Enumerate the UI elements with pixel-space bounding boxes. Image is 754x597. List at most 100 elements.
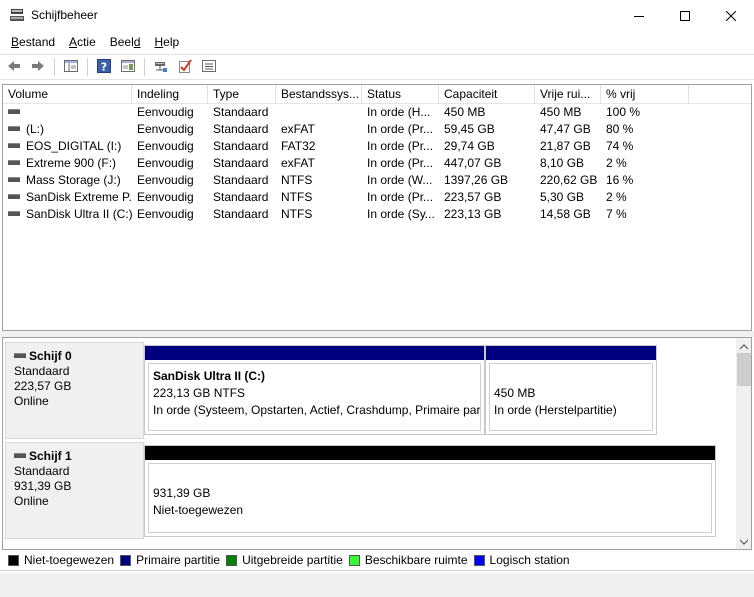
partition-details: 931,39 GB Niet-toegewezen: [148, 463, 712, 533]
back-arrow-icon: [6, 58, 22, 77]
table-row[interactable]: EOS_DIGITAL (I:) Eenvoudig Standaard FAT32 I…: [3, 138, 751, 155]
maximize-button[interactable]: [662, 0, 708, 31]
scroll-thumb[interactable]: [737, 353, 751, 386]
partition-legend: Niet-toegewezen Primaire partitie Uitgebre…: [0, 550, 754, 571]
disk-icon: [14, 353, 26, 359]
disk-view-scrollbar[interactable]: [736, 338, 751, 549]
legend-item: Beschikbare ruimte: [348, 553, 468, 567]
cell-text: SanDisk Ultra II (C:): [26, 207, 132, 221]
legend-item: Uitgebreide partitie: [226, 553, 343, 567]
cell-text: exFAT: [281, 122, 315, 136]
cell-text: 450 MB: [540, 105, 582, 119]
console-tree-button[interactable]: [60, 56, 82, 78]
cell-status: In orde (Pr...: [362, 189, 439, 206]
cell-text: 16 %: [606, 173, 634, 187]
column-header-type[interactable]: Type: [208, 85, 276, 104]
drive-icon: [8, 177, 20, 183]
cell-text: In orde (Pr...: [367, 156, 434, 170]
cell-procent-vrij: 2 %: [601, 155, 689, 172]
drive-icon: [8, 143, 20, 149]
table-row[interactable]: SanDisk Extreme P... Eenvoudig Standaard NT…: [3, 189, 751, 206]
cell-text: 59,45 GB: [444, 122, 495, 136]
menu-help[interactable]: Help: [147, 31, 186, 53]
cell-text: 450 MB: [444, 105, 486, 119]
cell-bestandssysteem: NTFS: [276, 172, 362, 189]
volume-list[interactable]: Volume Indeling Type Bestandssys... Stat…: [2, 84, 752, 331]
column-header-status[interactable]: Status: [362, 85, 439, 104]
drive-icon: [8, 109, 20, 115]
column-header-capaciteit[interactable]: Capaciteit: [439, 85, 535, 104]
forward-button[interactable]: [27, 56, 49, 78]
column-header-vrije-ruimte[interactable]: Vrije rui...: [535, 85, 601, 104]
cell-text: In orde (Sy...: [367, 207, 435, 221]
cell-text: 220,62 GB: [540, 173, 598, 187]
scroll-down-button[interactable]: [736, 533, 751, 549]
column-header-procent-vrij[interactable]: % vrij: [601, 85, 689, 104]
table-row[interactable]: Eenvoudig Standaard In orde (H... 450 MB 450…: [3, 104, 751, 121]
toolbar: ?: [0, 54, 754, 80]
disk-1-label[interactable]: Schijf 1 Standaard 931,39 GB Online: [5, 442, 144, 539]
partition-status: In orde (Herstelpartitie): [494, 403, 617, 417]
column-header-indeling[interactable]: Indeling: [132, 85, 208, 104]
disk-1-state: Online: [14, 494, 49, 508]
cell-text: Eenvoudig: [137, 105, 194, 119]
back-button[interactable]: [3, 56, 25, 78]
column-header-volume[interactable]: Volume: [3, 85, 132, 104]
cell-text: 80 %: [606, 122, 634, 136]
menu-bestand[interactable]: Bestand: [4, 31, 62, 53]
help-button[interactable]: ?: [93, 56, 115, 78]
list-view-button[interactable]: [198, 56, 220, 78]
column-header-bestandssysteem[interactable]: Bestandssys...: [276, 85, 362, 104]
cell-vrije-ruimte: 21,87 GB: [535, 138, 601, 155]
check-button[interactable]: [174, 56, 196, 78]
cell-type: Standaard: [208, 155, 276, 172]
cell-text: 7 %: [606, 207, 627, 221]
legend-item: Logisch station: [473, 553, 570, 567]
cell-type: Standaard: [208, 121, 276, 138]
cell-text: In orde (H...: [367, 105, 431, 119]
cell-volume: SanDisk Ultra II (C:): [3, 206, 132, 223]
cell-volume: Extreme 900 (F:): [3, 155, 132, 172]
menu-bar: Bestand Actie Beeld Help: [0, 31, 754, 53]
cell-text: In orde (Pr...: [367, 122, 434, 136]
minimize-button[interactable]: [616, 0, 662, 31]
cell-volume: SanDisk Extreme P...: [3, 189, 132, 206]
cell-text: 447,07 GB: [444, 156, 502, 170]
partition-color-bar: [145, 346, 484, 360]
cell-vrije-ruimte: 450 MB: [535, 104, 601, 121]
cell-text: 2 %: [606, 190, 627, 204]
menu-beeld-accel: d: [133, 35, 141, 49]
partition-name: SanDisk Ultra II (C:): [153, 369, 266, 383]
table-row[interactable]: (L:) Eenvoudig Standaard exFAT In orde (Pr..…: [3, 121, 751, 138]
cell-text: NTFS: [281, 190, 313, 204]
scroll-up-button[interactable]: [736, 338, 751, 354]
disk-0-label[interactable]: Schijf 0 Standaard 223,57 GB Online: [5, 342, 144, 439]
partition-disk1-unallocated[interactable]: 931,39 GB Niet-toegewezen: [144, 445, 716, 537]
table-row[interactable]: SanDisk Ultra II (C:) Eenvoudig Standaard N…: [3, 206, 751, 223]
cell-capaciteit: 59,45 GB: [439, 121, 535, 138]
close-button[interactable]: [708, 0, 754, 31]
menu-bestand-accel: B: [11, 35, 20, 49]
menu-actie-label: ctie: [77, 35, 96, 49]
partition-disk0-recovery[interactable]: 450 MB In orde (Herstelpartitie): [485, 345, 657, 435]
table-row[interactable]: Mass Storage (J:) Eenvoudig Standaard NTFS I…: [3, 172, 751, 189]
help-icon: ?: [96, 58, 112, 77]
cell-capaciteit: 450 MB: [439, 104, 535, 121]
connect-drive-icon: [153, 58, 169, 77]
cell-status: In orde (H...: [362, 104, 439, 121]
cell-text: 2 %: [606, 156, 627, 170]
menu-actie[interactable]: Actie: [62, 31, 103, 53]
menu-help-label: elp: [163, 35, 180, 49]
partition-disk0-c[interactable]: SanDisk Ultra II (C:) 223,13 GB NTFS In …: [144, 345, 485, 435]
table-row[interactable]: Extreme 900 (F:) Eenvoudig Standaard exFAT I…: [3, 155, 751, 172]
partition-details: SanDisk Ultra II (C:) 223,13 GB NTFS In …: [148, 363, 481, 431]
menu-beeld[interactable]: Beeld: [103, 31, 148, 53]
toolbar-separator: [144, 58, 145, 76]
connect-drive-button[interactable]: [150, 56, 172, 78]
cell-vrije-ruimte: 14,58 GB: [535, 206, 601, 223]
cell-text: 100 %: [606, 105, 641, 119]
cell-text: 47,47 GB: [540, 122, 591, 136]
legend-label: Niet-toegewezen: [24, 553, 115, 567]
properties-pane-button[interactable]: [117, 56, 139, 78]
menu-actie-accel: A: [69, 35, 78, 49]
